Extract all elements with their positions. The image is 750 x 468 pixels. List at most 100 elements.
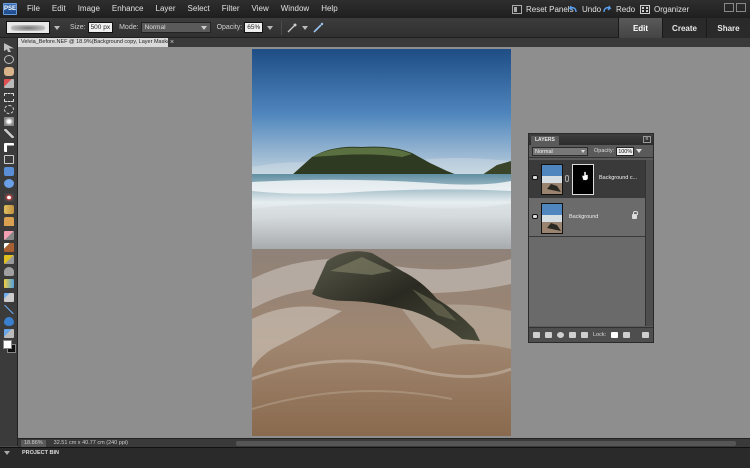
zoom-tool-icon[interactable]: [4, 55, 14, 64]
healing-brush-tool-icon[interactable]: [4, 205, 14, 214]
eyedropper-tool-icon[interactable]: [4, 79, 14, 88]
layer-thumbnail[interactable]: [541, 164, 563, 195]
layers-scrollbar[interactable]: [645, 160, 653, 326]
recompose-tool-icon[interactable]: [4, 167, 14, 176]
close-window-button[interactable]: [736, 3, 746, 12]
seascape-photo: [252, 49, 511, 436]
menu-window[interactable]: Window: [275, 0, 315, 18]
layer-thumbnail[interactable]: [541, 203, 563, 234]
new-group-icon[interactable]: [545, 332, 552, 338]
layer-opacity-field[interactable]: 100%: [616, 146, 635, 156]
opacity-field[interactable]: 65%: [244, 22, 264, 33]
shape-tool-icon[interactable]: [4, 293, 14, 302]
trash-icon[interactable]: [642, 332, 649, 338]
eraser-tool-icon[interactable]: [4, 231, 14, 240]
magic-wand-tool-icon[interactable]: [4, 117, 14, 126]
menu-view[interactable]: View: [246, 0, 275, 18]
minimize-button[interactable]: [724, 3, 734, 12]
menu-enhance[interactable]: Enhance: [106, 0, 150, 18]
blur-tool-icon[interactable]: [4, 317, 14, 326]
move-tool-icon[interactable]: [4, 43, 14, 52]
foreground-color-swatch[interactable]: [3, 340, 12, 349]
eye-icon[interactable]: [532, 214, 538, 219]
red-eye-tool-icon[interactable]: [4, 193, 14, 202]
tab-create[interactable]: Create: [662, 18, 706, 38]
zoom-level[interactable]: 18.86%: [21, 439, 46, 447]
type-tool-icon[interactable]: [4, 143, 14, 152]
clone-stamp-tool-icon[interactable]: [4, 217, 14, 226]
mode-label: Mode:: [119, 24, 139, 31]
link-layers-icon[interactable]: [581, 332, 588, 338]
reset-panels-button[interactable]: Reset Panels: [512, 0, 574, 18]
crop-tool-icon[interactable]: [4, 155, 14, 164]
close-icon[interactable]: ×: [170, 38, 174, 47]
smart-brush-tool-icon[interactable]: [4, 255, 14, 264]
marquee-tool-icon[interactable]: [4, 93, 14, 102]
reset-panels-label: Reset Panels: [526, 4, 574, 14]
menu-image[interactable]: Image: [72, 0, 106, 18]
layers-panel: LAYERS ≡ Normal Opacity: 100% Background…: [528, 133, 654, 343]
adjustment-layer-icon[interactable]: [557, 332, 564, 338]
reset-panels-icon: [512, 4, 522, 14]
blend-mode-select[interactable]: Normal: [532, 146, 588, 156]
lasso-tool-icon[interactable]: [4, 105, 14, 114]
sponge-tool-icon[interactable]: [4, 329, 14, 338]
layer-row[interactable]: Background: [529, 199, 647, 237]
hand-tool-icon[interactable]: [4, 67, 14, 76]
organizer-button[interactable]: Organizer: [640, 0, 689, 18]
menu-filter[interactable]: Filter: [216, 0, 246, 18]
document-image[interactable]: [252, 49, 511, 436]
menu-edit[interactable]: Edit: [46, 0, 72, 18]
brush-tool-icon[interactable]: [4, 243, 14, 252]
thumbnail-image: [542, 204, 562, 233]
lock-all-icon[interactable]: [623, 332, 631, 338]
add-mask-icon[interactable]: [569, 332, 576, 338]
menu-help[interactable]: Help: [315, 0, 343, 18]
redo-icon: [603, 5, 612, 12]
paint-bucket-tool-icon[interactable]: [4, 267, 14, 276]
project-bin-label[interactable]: PROJECT BIN: [22, 450, 59, 456]
document-tab[interactable]: Velvia_Before.NEF @ 18.9%(Background cop…: [18, 38, 168, 47]
menu-file[interactable]: File: [21, 0, 46, 18]
chevron-down-icon[interactable]: [302, 25, 309, 30]
cookie-cutter-tool-icon[interactable]: [4, 179, 14, 188]
menu-select[interactable]: Select: [182, 0, 216, 18]
tablet-options-icon[interactable]: [312, 22, 324, 34]
mode-tabs: Edit Create Share: [618, 18, 750, 38]
pencil-tool-icon[interactable]: [4, 305, 14, 314]
layers-panel-footer: Lock:: [529, 327, 653, 342]
mode-select[interactable]: Normal: [140, 22, 211, 33]
organizer-label: Organizer: [654, 4, 690, 14]
color-swatches[interactable]: [3, 340, 17, 354]
chevron-down-icon[interactable]: [54, 25, 60, 30]
layers-panel-tab[interactable]: LAYERS: [531, 136, 559, 145]
lock-transparent-icon[interactable]: [611, 332, 619, 338]
tab-share[interactable]: Share: [706, 18, 750, 38]
tab-edit[interactable]: Edit: [618, 18, 662, 38]
new-layer-icon[interactable]: [533, 332, 540, 338]
horizontal-scrollbar[interactable]: [236, 441, 736, 446]
toolbox: [0, 38, 18, 446]
panel-menu-icon[interactable]: ≡: [643, 136, 651, 143]
collapse-arrow-icon[interactable]: [4, 451, 10, 455]
gradient-tool-icon[interactable]: [4, 279, 14, 288]
undo-button[interactable]: Undo: [568, 0, 601, 18]
size-field[interactable]: 500 px: [87, 22, 114, 33]
chevron-down-icon[interactable]: [636, 149, 643, 153]
chain-link-icon[interactable]: [565, 175, 569, 182]
hand-cursor-icon: [581, 171, 589, 181]
airbrush-icon[interactable]: [286, 22, 298, 34]
menu-bar: PSE File Edit Image Enhance Layer Select…: [0, 0, 750, 18]
opacity-slider-toggle-icon[interactable]: [267, 25, 274, 30]
thumbnail-image: [542, 165, 562, 194]
window-controls: [724, 3, 746, 12]
document-info: 32.51 cm x 40.77 cm (240 ppi): [53, 440, 128, 446]
redo-button[interactable]: Redo: [602, 0, 635, 18]
undo-label: Undo: [582, 4, 602, 14]
lock-label: Lock:: [593, 332, 607, 338]
eye-icon[interactable]: [532, 175, 538, 180]
menu-layer[interactable]: Layer: [150, 0, 182, 18]
quick-selection-tool-icon[interactable]: [4, 129, 14, 138]
layers-list: Background c... Background: [529, 160, 647, 326]
brush-preset-picker[interactable]: [6, 21, 50, 34]
